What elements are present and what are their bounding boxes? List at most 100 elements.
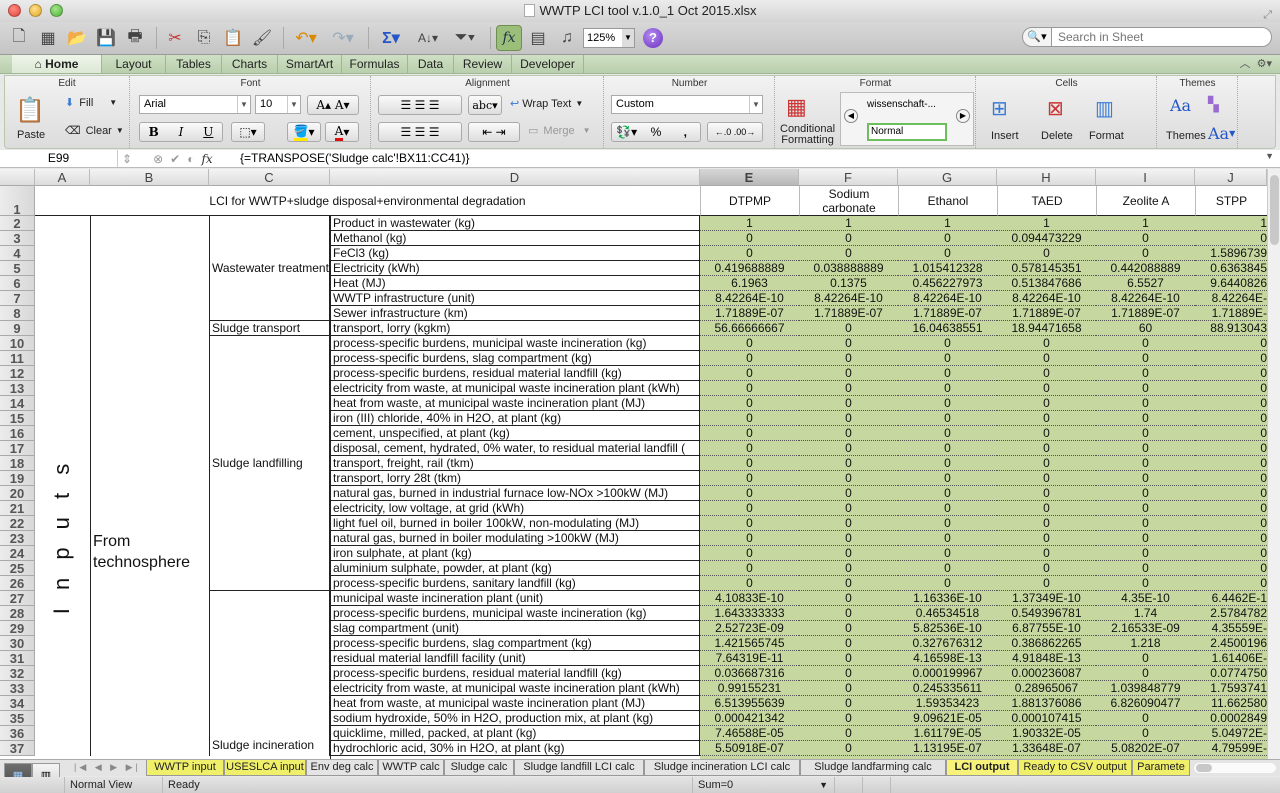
value-cell[interactable]: 8.42264E-10 (1096, 291, 1195, 306)
tab-tables[interactable]: Tables (166, 55, 222, 73)
value-cell[interactable]: 0 (799, 441, 898, 456)
value-cell[interactable]: 0 (700, 426, 799, 441)
value-cell[interactable]: 1.37349E-10 (997, 591, 1096, 606)
value-cell[interactable]: 4.79599E- (1195, 741, 1267, 756)
value-cell[interactable]: 0 (997, 351, 1096, 366)
value-cell[interactable]: 6.826090477 (1096, 696, 1195, 711)
value-cell[interactable]: 0.000236087 (997, 666, 1096, 681)
merge-button[interactable]: ▭ Merge ▼ (528, 124, 591, 138)
value-cell[interactable]: 0.094473229 (997, 231, 1096, 246)
value-cell[interactable]: 0 (799, 336, 898, 351)
media-browser-icon[interactable]: ♫ (554, 25, 580, 51)
tab-charts[interactable]: Charts (222, 55, 278, 73)
row-header-23[interactable]: 23 (0, 531, 35, 546)
format-cells-icon[interactable]: ▥ (1095, 96, 1114, 121)
value-cell[interactable]: 4.16598E-13 (898, 651, 997, 666)
value-cell[interactable]: 0 (898, 351, 997, 366)
copy-icon[interactable]: ⎘ (191, 25, 217, 51)
formula-input[interactable]: {=TRANSPOSE('Sludge calc'!BX11:CC41)} (240, 150, 469, 167)
value-cell[interactable]: 1.643333333 (700, 606, 799, 621)
value-cell[interactable]: 0 (799, 711, 898, 726)
value-cell[interactable]: 0 (898, 576, 997, 591)
value-cell[interactable]: 11.662580 (1195, 696, 1267, 711)
tab-developer[interactable]: Developer (512, 55, 584, 73)
themes-button[interactable]: Themes (1166, 130, 1206, 142)
value-cell[interactable]: 7.64319E-11 (700, 651, 799, 666)
row-header-3[interactable]: 3 (0, 231, 35, 246)
value-cell[interactable]: 6.87755E-10 (997, 621, 1096, 636)
select-all-corner[interactable] (0, 169, 35, 186)
value-cell[interactable]: 0 (898, 531, 997, 546)
value-cell[interactable]: 0 (799, 456, 898, 471)
help-icon[interactable]: ? (643, 28, 663, 48)
value-cell[interactable]: 0.456227973 (898, 276, 997, 291)
value-cell[interactable]: 0 (1096, 351, 1195, 366)
value-cell[interactable]: 0 (1195, 366, 1267, 381)
value-cell[interactable]: 4.35559E- (1195, 621, 1267, 636)
insert-button[interactable]: Insert (991, 130, 1019, 142)
number-format-select[interactable]: Custom ▼ (611, 95, 763, 114)
value-cell[interactable]: 0.1375 (799, 276, 898, 291)
value-cell[interactable]: 0.549396781 (997, 606, 1096, 621)
value-cell[interactable]: 0 (700, 366, 799, 381)
zoom-window-button[interactable] (50, 4, 63, 17)
value-cell[interactable]: 0 (1096, 246, 1195, 261)
value-cell[interactable]: 0 (1195, 336, 1267, 351)
value-cell[interactable]: 5.04972E- (1195, 726, 1267, 741)
value-cell[interactable]: 0 (1195, 426, 1267, 441)
value-cell[interactable]: 0 (1195, 441, 1267, 456)
value-cell[interactable]: 0 (700, 561, 799, 576)
name-box[interactable]: E99 (0, 150, 118, 167)
row-header-4[interactable]: 4 (0, 246, 35, 261)
underline-button[interactable]: U (195, 125, 222, 139)
sheet-tab[interactable]: WWTP calc (378, 760, 444, 776)
conditional-formatting-icon[interactable]: ▦ (786, 94, 807, 120)
value-cell[interactable]: 0 (700, 576, 799, 591)
row-header-10[interactable]: 10 (0, 336, 35, 351)
comma-button[interactable]: , (671, 125, 700, 139)
format-button[interactable]: Format (1089, 130, 1124, 142)
name-box-stepper[interactable]: ⇕ (122, 152, 132, 166)
value-cell[interactable]: 0 (700, 531, 799, 546)
value-cell[interactable]: 0 (1195, 456, 1267, 471)
value-cell[interactable]: 1 (1096, 216, 1195, 231)
cancel-icon[interactable]: ⊗ (153, 152, 163, 166)
value-cell[interactable]: 0 (997, 411, 1096, 426)
sheet-tab[interactable]: Sludge incineration LCI calc (644, 760, 800, 776)
value-cell[interactable]: 0 (700, 411, 799, 426)
value-cell[interactable]: 0.327676312 (898, 636, 997, 651)
value-cell[interactable]: 0.386862265 (997, 636, 1096, 651)
value-cell[interactable]: 0 (799, 381, 898, 396)
value-cell[interactable]: 0 (997, 531, 1096, 546)
value-cell[interactable]: 0 (997, 396, 1096, 411)
value-cell[interactable]: 0 (1096, 531, 1195, 546)
paste-icon[interactable]: 📋 (15, 96, 45, 125)
expand-formula-icon[interactable]: ▼ (1265, 151, 1274, 161)
value-cell[interactable]: 1 (700, 216, 799, 231)
value-cell[interactable]: 0 (799, 246, 898, 261)
row-header-25[interactable]: 25 (0, 561, 35, 576)
row-header-30[interactable]: 30 (0, 636, 35, 651)
value-cell[interactable]: 1.881376086 (997, 696, 1096, 711)
value-cell[interactable]: 1 (1195, 216, 1267, 231)
value-cell[interactable]: 56.66666667 (700, 321, 799, 336)
horizontal-scrollbar[interactable] (1194, 763, 1276, 773)
value-cell[interactable]: 0 (898, 516, 997, 531)
sheet-tab[interactable]: LCI output (946, 760, 1018, 776)
value-cell[interactable]: 0 (799, 486, 898, 501)
value-cell[interactable]: 9.09621E-05 (898, 711, 997, 726)
value-cell[interactable]: 0 (799, 351, 898, 366)
value-cell[interactable]: 0.000421342 (700, 711, 799, 726)
value-cell[interactable]: 0.0774750 (1195, 666, 1267, 681)
value-cell[interactable]: 6.5527 (1096, 276, 1195, 291)
value-cell[interactable]: 0.419688889 (700, 261, 799, 276)
value-cell[interactable]: 8.42264E-10 (799, 291, 898, 306)
theme-colors-icon[interactable]: ▚ (1208, 96, 1219, 113)
search-input[interactable] (1052, 27, 1272, 47)
theme-fonts-button[interactable]: Aa ▼ (1208, 124, 1235, 143)
delete-cells-icon[interactable]: ⊠ (1047, 96, 1064, 121)
row-header-9[interactable]: 9 (0, 321, 35, 336)
value-cell[interactable]: 0.28965067 (997, 681, 1096, 696)
value-cell[interactable]: 0 (799, 546, 898, 561)
value-cell[interactable]: 0 (1096, 456, 1195, 471)
